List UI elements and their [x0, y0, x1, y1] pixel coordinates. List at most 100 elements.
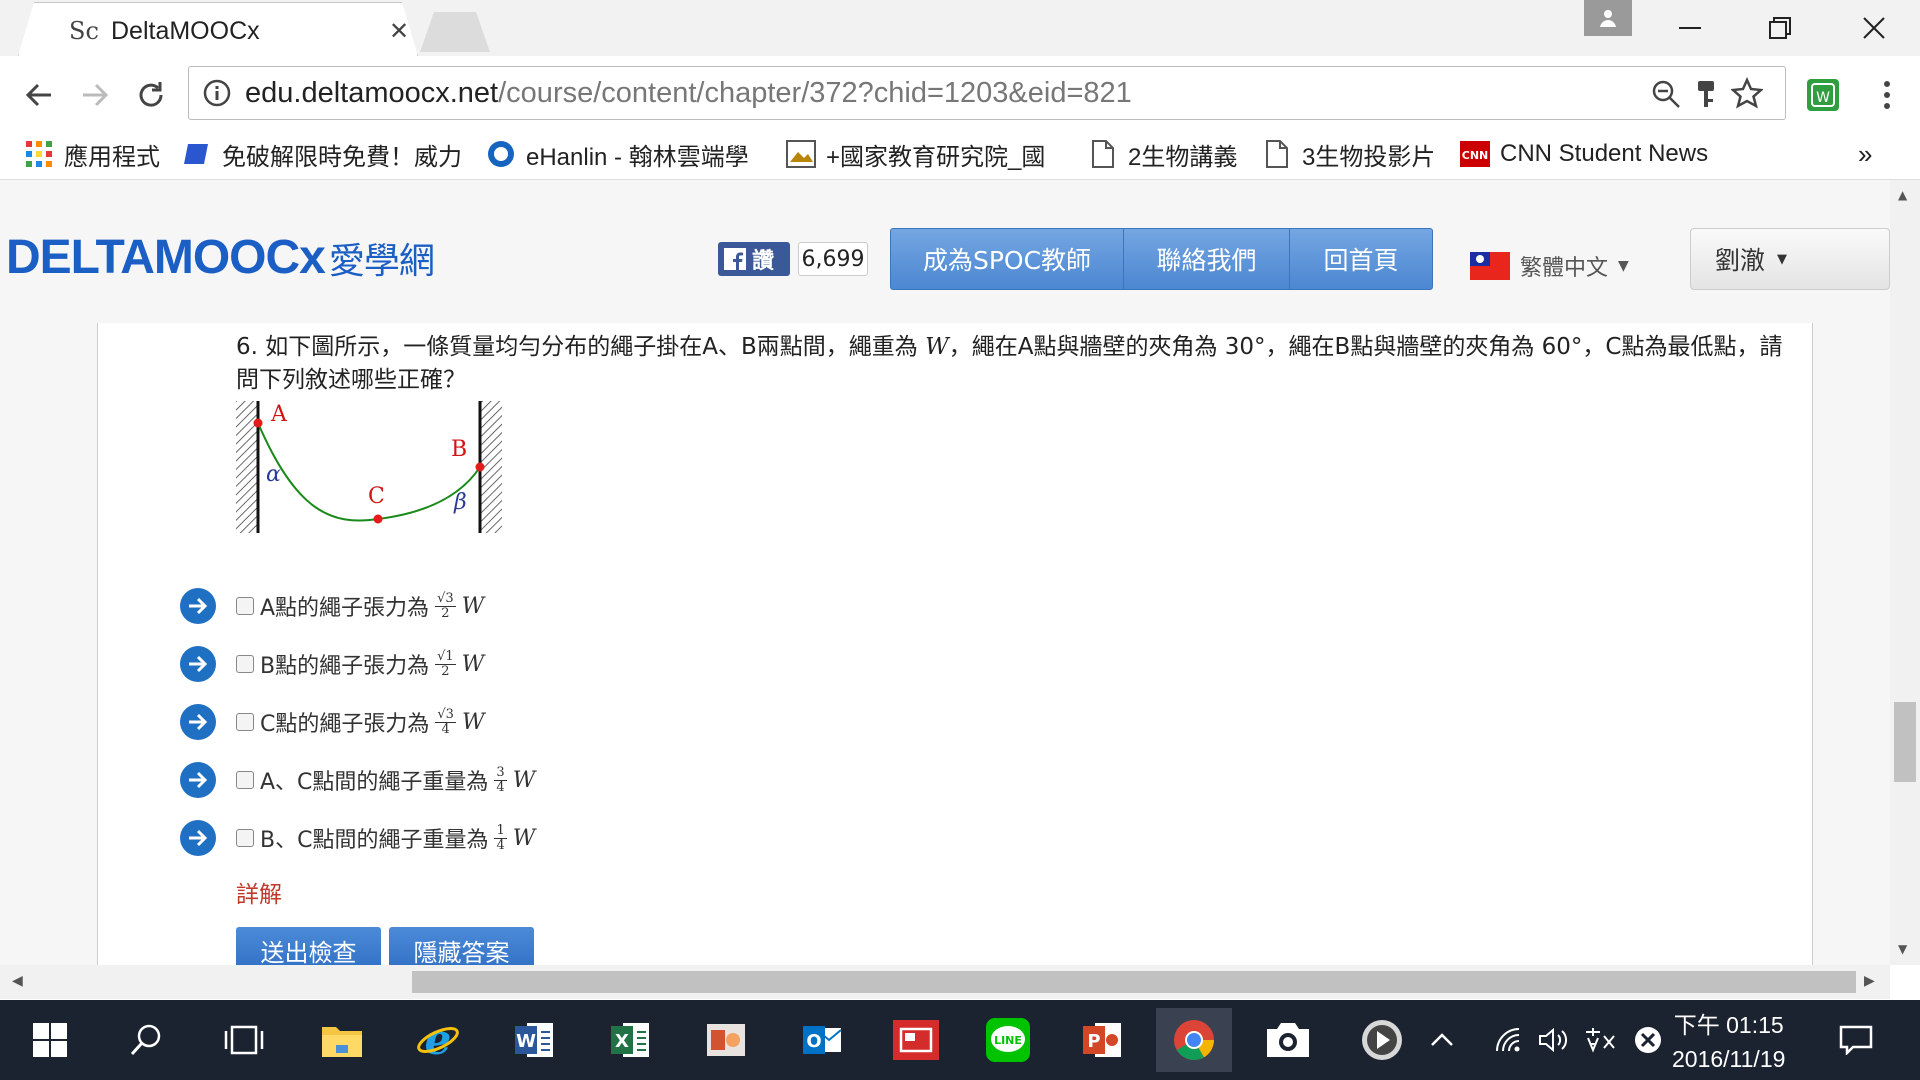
fraction-denominator: 4 — [441, 721, 450, 737]
site-logo[interactable]: DELTAMOOCx 愛學網 — [6, 230, 435, 285]
hide-answer-button[interactable]: 隱藏答案 — [389, 927, 534, 965]
weight-variable: W — [461, 709, 485, 735]
arrow-right-icon — [180, 762, 216, 798]
detail-link[interactable]: 詳解 — [236, 875, 282, 909]
fraction: √3 4 — [435, 707, 456, 737]
forward-icon[interactable] — [72, 72, 118, 118]
question-number: 6. — [236, 334, 258, 360]
bookmark-bio-slides[interactable]: 3生物投影片 — [1262, 136, 1435, 172]
search-icon[interactable] — [108, 1008, 184, 1072]
media-player-icon[interactable] — [1344, 1008, 1420, 1072]
fraction-numerator: √3 — [435, 590, 456, 607]
rope-diagram: A B C α β — [236, 401, 502, 533]
notification-center-icon[interactable] — [1818, 1008, 1894, 1072]
clock-date: 2016/11/19 — [1672, 1046, 1786, 1072]
svg-text:LINE: LINE — [994, 1034, 1022, 1047]
question-text: 6. 如下圖所示，一條質量均勻分布的繩子掛在A、B兩點間，繩重為 W，繩在A點與… — [236, 331, 1796, 397]
browser-tab[interactable]: Sc DeltaMOOCx ✕ — [18, 2, 418, 56]
option-3: C點的繩子張力為 √3 4 W — [180, 702, 485, 742]
option-checkbox[interactable] — [236, 771, 254, 789]
nav-contact-us[interactable]: 聯絡我們 — [1124, 229, 1290, 289]
scroll-down-icon[interactable]: ▼ — [1898, 942, 1907, 956]
key-icon[interactable] — [1693, 79, 1719, 109]
restore-button[interactable] — [1740, 0, 1820, 56]
submit-check-button[interactable]: 送出檢查 — [236, 927, 381, 965]
cnn-icon: CNN — [1460, 139, 1490, 169]
option-checkbox[interactable] — [236, 713, 254, 731]
address-bar[interactable]: edu.deltamoocx.net/course/content/chapte… — [188, 66, 1786, 120]
scroll-up-icon[interactable]: ▲ — [1898, 188, 1907, 202]
label-b: B — [451, 437, 467, 462]
reload-icon[interactable] — [128, 72, 174, 118]
nav-home[interactable]: 回首頁 — [1290, 229, 1432, 289]
back-icon[interactable] — [16, 72, 62, 118]
option-text: B點的繩子張力為 — [260, 654, 430, 679]
language-selector[interactable]: 繁體中文 ▼ — [1470, 250, 1629, 282]
tray-overflow-icon[interactable] — [1422, 1008, 1462, 1072]
menu-icon[interactable] — [1864, 72, 1910, 118]
vertical-scroll-thumb[interactable] — [1894, 702, 1916, 782]
horizontal-scrollbar[interactable]: ◀ ▶ — [0, 965, 1890, 999]
internet-explorer-icon[interactable]: e — [400, 1008, 476, 1072]
chevron-down-icon: ▼ — [1618, 258, 1629, 274]
scroll-right-icon[interactable]: ▶ — [1864, 973, 1875, 989]
camera-icon[interactable] — [1250, 1008, 1326, 1072]
volume-icon[interactable] — [1534, 1008, 1574, 1072]
user-menu[interactable]: 劉澈 ▼ — [1690, 228, 1890, 290]
task-view-icon[interactable] — [206, 1008, 282, 1072]
profile-icon[interactable] — [1584, 0, 1632, 36]
tab-title: DeltaMOOCx — [111, 17, 260, 45]
outlook-icon[interactable]: O — [784, 1008, 860, 1072]
excel-icon[interactable]: X — [592, 1008, 668, 1072]
powerpoint-icon[interactable]: P — [1064, 1008, 1140, 1072]
facebook-like-button[interactable]: 讚 — [718, 242, 790, 276]
file-explorer-icon[interactable] — [304, 1008, 380, 1072]
bookmark-star-icon[interactable] — [1731, 77, 1763, 109]
input-method-icon[interactable] — [1580, 1008, 1620, 1072]
tab-close-icon[interactable]: ✕ — [389, 17, 409, 45]
document-icon — [1262, 139, 1292, 169]
bookmark-label: +國家教育研究院_國 — [826, 143, 1046, 171]
zoom-icon[interactable] — [1651, 79, 1681, 109]
fraction-numerator: √1 — [435, 648, 456, 665]
language-label: 繁體中文 — [1520, 256, 1609, 281]
bookmark-apps[interactable]: 應用程式 — [24, 136, 160, 172]
line-icon[interactable]: LINE — [970, 1008, 1046, 1072]
info-icon[interactable] — [203, 79, 231, 107]
disconnected-icon[interactable] — [1628, 1008, 1668, 1072]
word-icon[interactable]: W — [496, 1008, 572, 1072]
clock-time: 下午 01:15 — [1673, 1012, 1784, 1038]
bookmark-naer[interactable]: +國家教育研究院_國 — [786, 136, 1060, 172]
bookmark-label: 3生物投影片 — [1302, 143, 1436, 171]
close-window-button[interactable] — [1834, 0, 1914, 56]
label-a: A — [270, 402, 288, 427]
option-text: B、C點間的繩子重量為 — [260, 828, 489, 853]
horizontal-scroll-thumb[interactable] — [412, 971, 1856, 993]
news-app-icon[interactable] — [878, 1008, 954, 1072]
wifi-icon[interactable] — [1488, 1008, 1528, 1072]
option-checkbox[interactable] — [236, 829, 254, 847]
image-icon — [786, 139, 816, 169]
bookmark-free-software[interactable]: 免破解限時免費！威力 — [184, 136, 460, 172]
start-button-icon[interactable] — [12, 1008, 88, 1072]
bookmark-cnn[interactable]: CNN CNN Student News — [1460, 136, 1708, 172]
ehanlin-icon — [486, 139, 516, 169]
vertical-scrollbar[interactable]: ▲ ▼ — [1890, 180, 1920, 965]
taskbar-clock[interactable]: 下午 01:15 2016/11/19 — [1672, 1008, 1785, 1076]
nav-become-teacher[interactable]: 成為SPOC教師 — [891, 229, 1124, 289]
new-tab-button[interactable] — [420, 12, 490, 52]
bookmark-ehanlin[interactable]: eHanlin - 翰林雲端學 — [486, 136, 758, 172]
option-text: A、C點間的繩子重量為 — [260, 770, 489, 795]
svg-text:X: X — [615, 1031, 629, 1052]
scroll-left-icon[interactable]: ◀ — [12, 973, 23, 989]
bookmark-label: 2生物講義 — [1128, 143, 1238, 171]
bookmark-bio-notes[interactable]: 2生物講義 — [1088, 136, 1237, 172]
minimize-button[interactable] — [1650, 0, 1730, 56]
extension-icon[interactable]: W — [1800, 72, 1846, 118]
fraction: 34 — [494, 765, 507, 795]
office-lens-icon[interactable] — [688, 1008, 764, 1072]
option-checkbox[interactable] — [236, 655, 254, 673]
option-checkbox[interactable] — [236, 597, 254, 615]
chrome-icon[interactable] — [1156, 1008, 1232, 1072]
bookmarks-overflow-icon[interactable]: » — [1858, 136, 1872, 172]
